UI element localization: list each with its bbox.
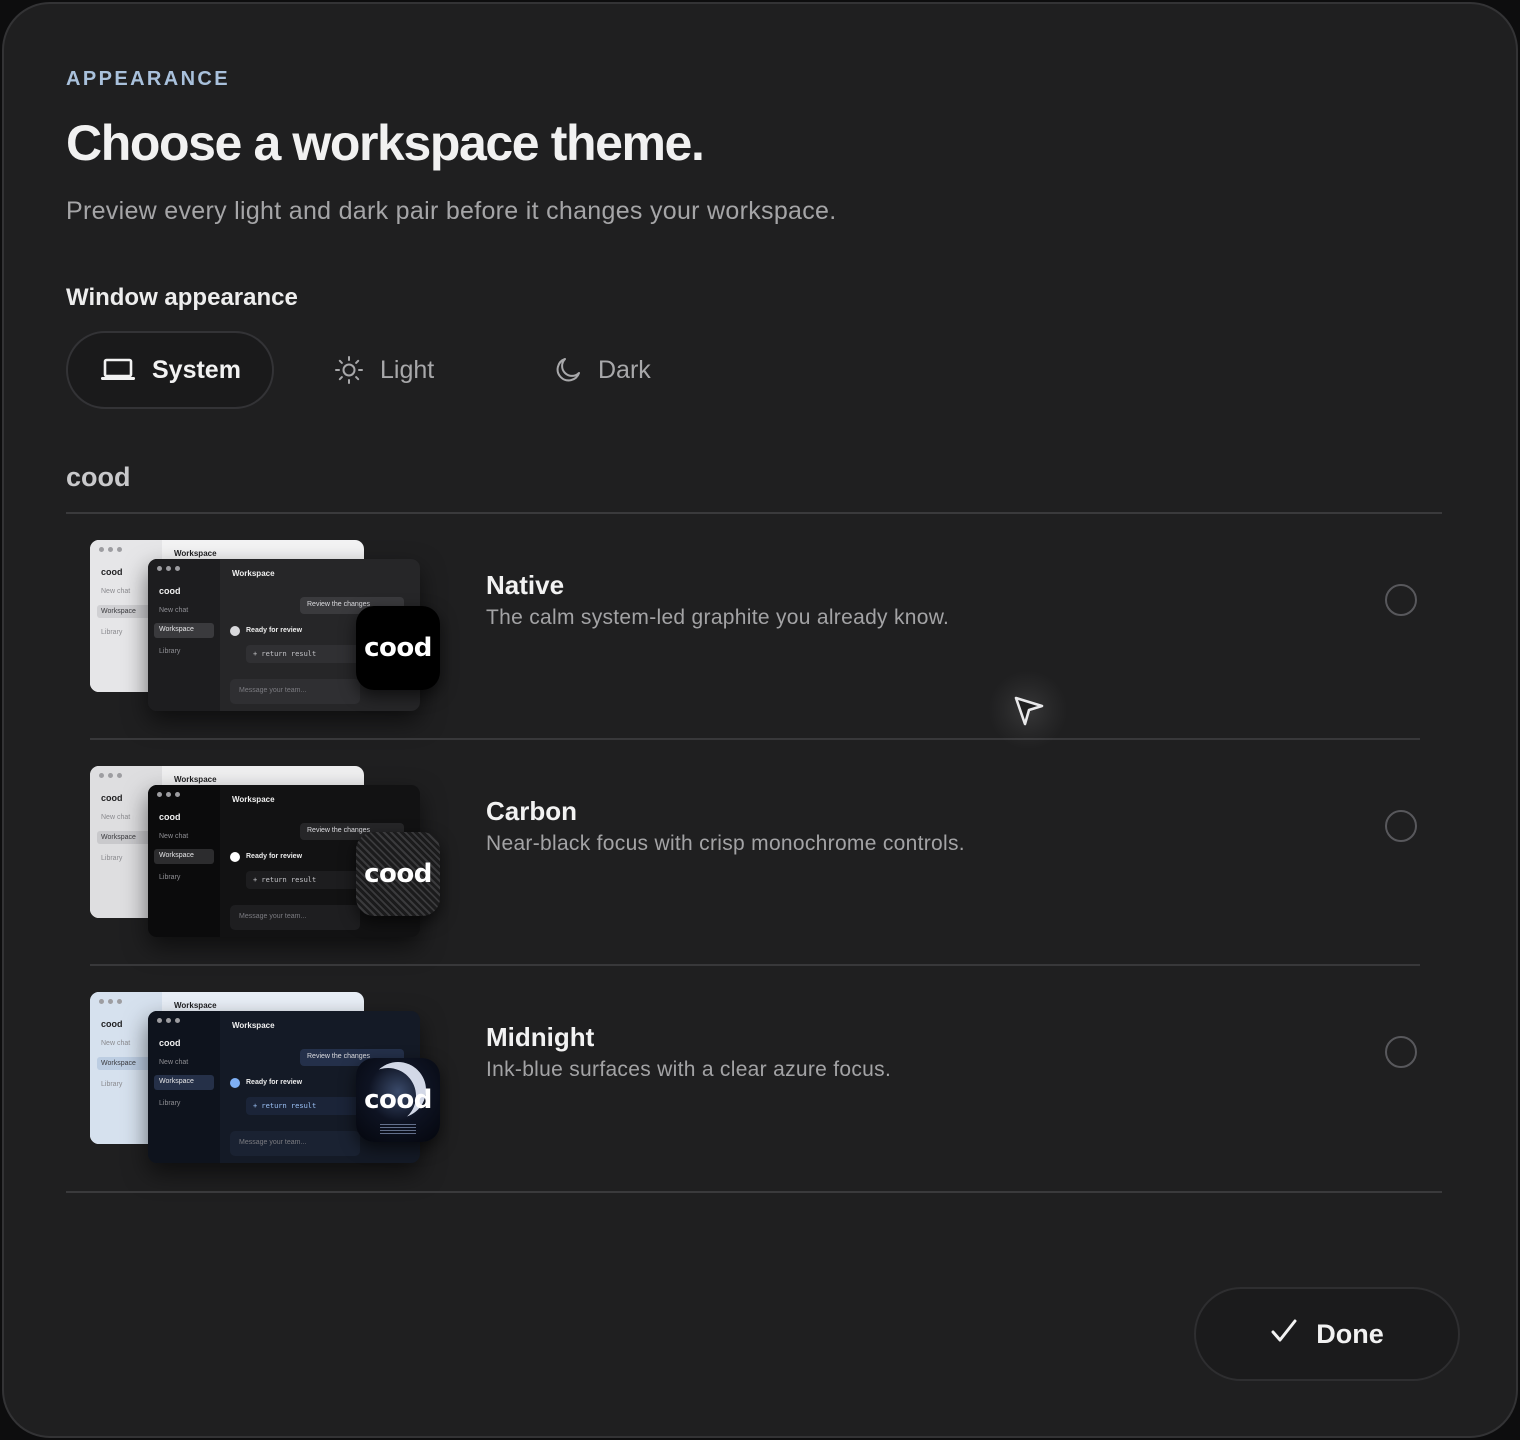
divider	[66, 1191, 1442, 1193]
appearance-option-label: System	[152, 355, 241, 384]
theme-description: The calm system-led graphite you already…	[486, 606, 950, 629]
theme-preview: Workspace cood New chat Workspace Librar…	[90, 766, 440, 946]
theme-radio[interactable]	[1385, 810, 1417, 842]
app-icon: cood	[356, 606, 440, 690]
theme-name: Carbon	[486, 796, 577, 826]
pointer-cursor-icon	[988, 670, 1068, 750]
page-title: Choose a workspace theme.	[66, 115, 705, 171]
section-eyebrow: APPEARANCE	[66, 68, 231, 90]
theme-description: Near-black focus with crisp monochrome c…	[486, 832, 965, 855]
theme-preview: Workspace cood New chat Workspace Librar…	[90, 992, 440, 1172]
theme-radio[interactable]	[1385, 584, 1417, 616]
theme-option-native[interactable]: Workspace cood New chat Workspace Librar…	[90, 514, 1420, 740]
app-icon: cood	[356, 832, 440, 916]
checkmark-icon	[1270, 1318, 1298, 1351]
theme-radio[interactable]	[1385, 1036, 1417, 1068]
window-appearance-label: Window appearance	[66, 284, 298, 311]
laptop-icon	[100, 357, 136, 383]
theme-description: Ink-blue surfaces with a clear azure foc…	[486, 1058, 892, 1081]
moon-icon	[554, 356, 582, 384]
sun-icon	[334, 355, 364, 385]
appearance-option-dark[interactable]: Dark	[554, 331, 651, 409]
done-button[interactable]: Done	[1194, 1287, 1460, 1381]
window-appearance-control: System Light Dark	[66, 331, 706, 411]
theme-option-carbon[interactable]: Workspace cood New chat Workspace Librar…	[90, 740, 1420, 966]
appearance-option-system[interactable]: System	[66, 331, 274, 409]
done-button-label: Done	[1316, 1318, 1384, 1349]
theme-name: Midnight	[486, 1022, 595, 1052]
appearance-option-label: Light	[380, 355, 435, 384]
theme-name: Native	[486, 570, 565, 600]
appearance-option-label: Dark	[598, 355, 651, 384]
app-icon: cood	[356, 1058, 440, 1142]
theme-option-midnight[interactable]: Workspace cood New chat Workspace Librar…	[90, 966, 1420, 1192]
theme-preview: Workspace cood New chat Workspace Librar…	[90, 540, 440, 720]
page-subtitle: Preview every light and dark pair before…	[66, 197, 837, 225]
appearance-option-light[interactable]: Light	[334, 331, 434, 409]
theme-group-title: cood	[66, 462, 131, 492]
appearance-dialog: APPEARANCE Choose a workspace theme. Pre…	[2, 2, 1518, 1438]
